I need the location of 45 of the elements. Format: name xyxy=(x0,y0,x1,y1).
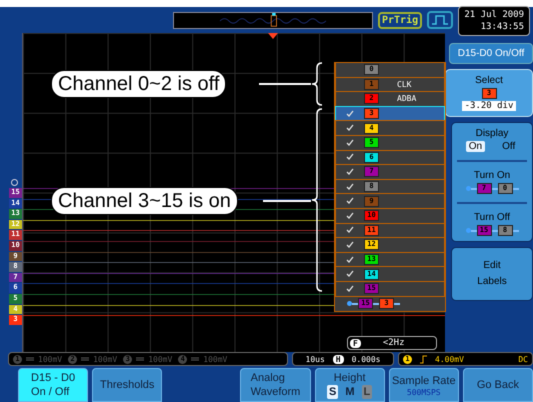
soft-key[interactable]: D15 - D0 On / Off xyxy=(18,368,88,402)
trigger-position-icon xyxy=(268,33,278,39)
display-label: Display xyxy=(476,128,508,139)
channel-scale: 100mV xyxy=(203,354,228,364)
trigger-level: 4.00mV xyxy=(435,354,464,364)
channel-scale: 100mV xyxy=(38,354,62,364)
callout-label: Channel 3~15 is on xyxy=(51,187,238,215)
display-option[interactable]: Off xyxy=(499,141,518,152)
frequency-icon: F xyxy=(350,338,361,348)
position-icon: H xyxy=(332,354,344,364)
offset-value: -3.20 div xyxy=(462,101,516,111)
channel-name: ADBA xyxy=(397,94,416,104)
coupling-icon xyxy=(81,357,90,361)
pulse-icon xyxy=(427,11,454,29)
soft-key[interactable]: Analog Waveform xyxy=(240,368,311,402)
soft-key[interactable]: Thresholds xyxy=(92,368,162,402)
callout-label: Channel 0~2 is off xyxy=(51,70,226,98)
bracket-drawing xyxy=(311,62,323,106)
coupling-mode: DC xyxy=(518,354,528,364)
trigger-status: PrTrig xyxy=(378,12,422,28)
leader-line xyxy=(259,83,311,85)
coupling-icon xyxy=(191,357,200,361)
date-text: 21 Jul 2009 xyxy=(464,9,524,21)
ring-icon xyxy=(11,179,18,186)
rising-edge-icon xyxy=(420,354,427,364)
height-option[interactable]: M xyxy=(343,385,357,399)
turn-off-label: Turn Off xyxy=(474,212,510,223)
edit-labels-button[interactable]: Edit Labels xyxy=(451,247,533,301)
coupling-icon xyxy=(26,357,34,361)
height-option[interactable]: S xyxy=(327,385,338,399)
frequency-value: <2Hz xyxy=(382,338,405,348)
leader-line xyxy=(263,200,311,202)
sample-rate-value: 500MSPS xyxy=(406,388,441,396)
timebase-value: 10us xyxy=(306,354,325,364)
menu-title: D15-D0 On/Off xyxy=(449,43,533,64)
time-text: 13:43:55 xyxy=(480,21,524,33)
position-value: 0.000s xyxy=(352,354,380,364)
soft-key[interactable]: Sample Rate 500MSPS xyxy=(388,368,459,402)
soft-key[interactable]: Go Back xyxy=(462,368,533,402)
display-option[interactable]: On xyxy=(466,141,486,152)
turn-on-label: Turn On xyxy=(474,170,510,181)
channel-scale: 100mV xyxy=(93,354,118,364)
channel-scale: 100mV xyxy=(148,354,172,364)
channel-name: CLK xyxy=(397,80,412,89)
coupling-icon xyxy=(136,357,144,361)
